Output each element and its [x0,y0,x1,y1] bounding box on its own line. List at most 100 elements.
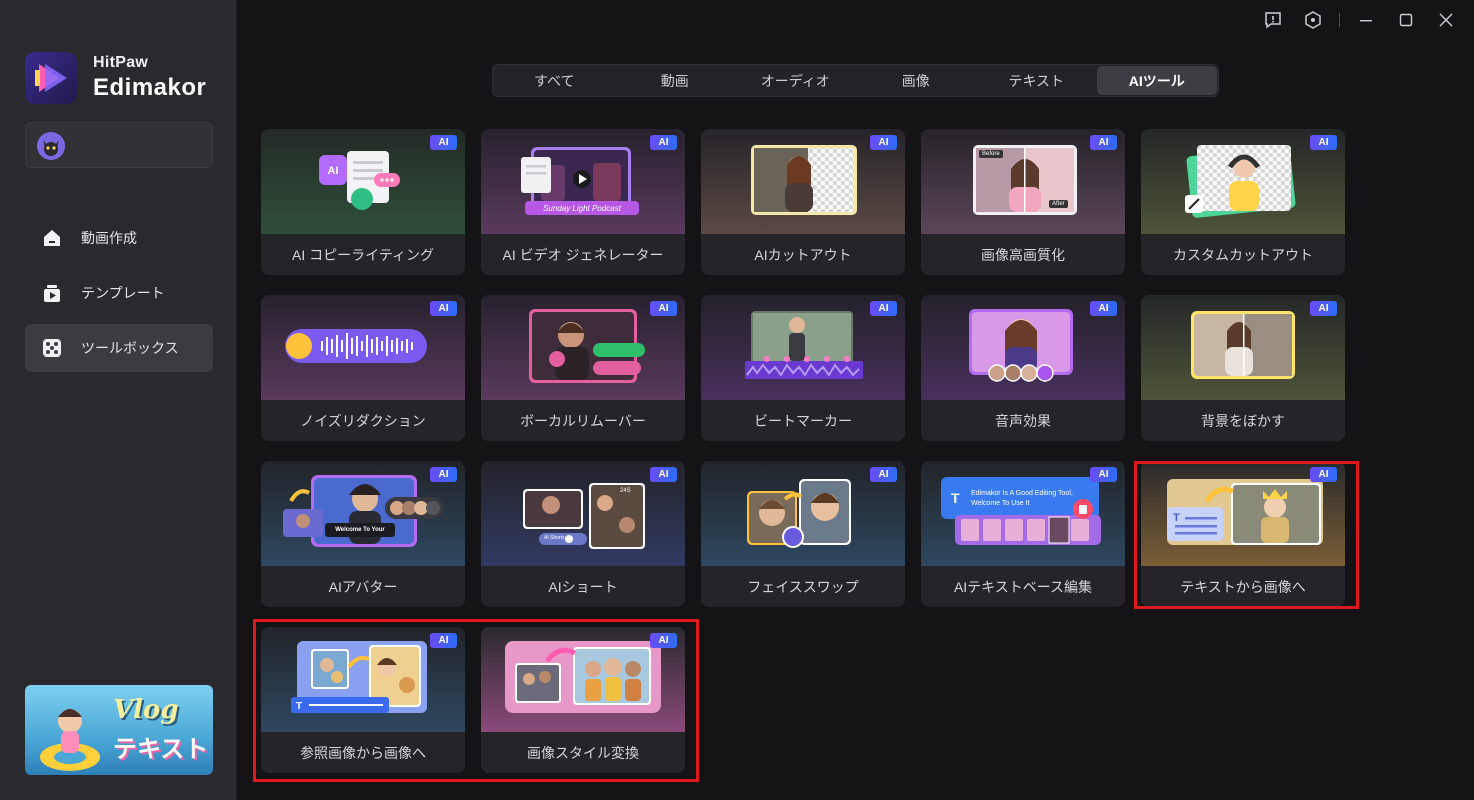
ai-badge: AI [1090,301,1117,316]
toolbox-icon [41,337,63,359]
tool-card-ai-copywriting[interactable]: AI AI AI コピーライティング [261,129,465,275]
edimakor-logo-icon [25,52,77,104]
tool-card-image-enhance[interactable]: Before After AI 画像高画質化 [921,129,1125,275]
sidebar-item-label: ツールボックス [81,340,179,356]
tool-card-ai-video-generator[interactable]: Sunday Light Podcast AI AI ビデオ ジェネレーター [481,129,685,275]
tool-card-ai-text-based-editing[interactable]: T Edimakor Is A Good Editing Tool, Welco… [921,461,1125,607]
card-label: ボーカルリムーバー [481,400,685,441]
tab-audio[interactable]: オーディオ [735,66,856,95]
tool-card-voice-effects[interactable]: AI 音声効果 [921,295,1125,441]
before-tag: Before [979,150,1003,158]
tab-video[interactable]: 動画 [615,66,736,95]
tool-card-vocal-remover[interactable]: AI ボーカルリムーバー [481,295,685,441]
account-box[interactable] [25,122,213,168]
sidebar-nav: 動画作成 テンプレート ツールボックス [25,214,213,379]
ai-badge: AI [1090,135,1117,150]
brand-name-small: HitPaw [93,54,149,71]
tool-card-ai-cutout[interactable]: AI AIカットアウト [701,129,905,275]
promo-subtitle: テキスト [113,736,209,763]
sidebar-item-label: 動画作成 [81,230,137,246]
shorts-count: 24S [620,488,631,494]
tool-card-background-blur[interactable]: AI 背景をぼかす [1141,295,1345,441]
svg-text:T: T [296,701,302,712]
promo-banner[interactable]: Vlog テキスト [25,685,213,775]
tool-card-text-to-image[interactable]: T AI テキストから画像へ [1141,461,1345,607]
tool-card-reference-image-to-image[interactable]: T AI 参照画像から画像へ [261,627,465,773]
ai-badge: AI [1090,467,1117,482]
sidebar-item-templates[interactable]: テンプレート [25,269,213,317]
settings-button[interactable] [1293,8,1333,32]
ai-badge: AI [870,467,897,482]
tool-card-ai-shorts[interactable]: 24S AI Shorts AI AIショート [481,461,685,607]
ai-badge: AI [650,135,677,150]
ai-badge: AI [650,467,677,482]
tool-card-noise-reduction[interactable]: AI ノイズリダクション [261,295,465,441]
minimize-icon [1360,20,1372,22]
tool-card-custom-cutout[interactable]: AI カスタムカットアウト [1141,129,1345,275]
card-label: ビートマーカー [701,400,905,441]
card-label: AIテキストベース編集 [921,566,1125,607]
tab-ai-tools[interactable]: AIツール [1096,66,1217,95]
tool-card-beat-marker[interactable]: AI ビートマーカー [701,295,905,441]
tool-card-face-swap[interactable]: AI フェイススワップ [701,461,905,607]
shorts-caption: AI Shorts [544,535,565,541]
svg-text:T: T [1173,512,1180,524]
close-button[interactable] [1426,8,1466,32]
minimize-button[interactable] [1346,8,1386,32]
tab-image[interactable]: 画像 [856,66,977,95]
card-label: 画像高画質化 [921,234,1125,275]
ai-badge: AI [1310,301,1337,316]
podcast-caption: Sunday Light Podcast [543,203,621,213]
ai-badge: AI [430,135,457,150]
close-icon [1439,13,1453,27]
app-window: HitPaw Edimakor 動画作成 テンプレート ツールボックス Vlog… [0,0,1474,800]
card-label: ノイズリダクション [261,400,465,441]
card-label: 音声効果 [921,400,1125,441]
ai-badge: AI [1310,135,1337,150]
brand: HitPaw Edimakor [25,52,206,104]
promo-title: Vlog [113,695,179,725]
home-icon [41,227,63,249]
card-label: 背景をぼかす [1141,400,1345,441]
tool-card-ai-avatar[interactable]: Welcome To Your AI AIアバター [261,461,465,607]
card-label: AIショート [481,566,685,607]
avatar[interactable] [37,132,65,160]
ai-badge: AI [870,135,897,150]
card-label: カスタムカットアウト [1141,234,1345,275]
ai-badge: AI [1310,467,1337,482]
card-label: AI ビデオ ジェネレーター [481,234,685,275]
maximize-button[interactable] [1386,8,1426,32]
sidebar-item-label: テンプレート [81,285,165,301]
card-label: 参照画像から画像へ [261,732,465,773]
after-tag: After [1049,200,1068,208]
window-controls [1253,8,1466,32]
card-label: AIアバター [261,566,465,607]
ai-badge: AI [430,467,457,482]
card-label: AIカットアウト [701,234,905,275]
category-tabs: すべて 動画 オーディオ 画像 テキスト AIツール [492,64,1219,97]
ai-badge: AI [430,301,457,316]
sidebar-item-toolbox[interactable]: ツールボックス [25,324,213,372]
tab-all[interactable]: すべて [494,66,615,95]
tab-text[interactable]: テキスト [976,66,1097,95]
text-edit-caption: Edimakor Is A Good Editing Tool, Welcome… [971,490,1073,507]
template-icon [41,282,63,304]
maximize-icon [1399,13,1413,27]
card-label: フェイススワップ [701,566,905,607]
ai-badge: AI [870,301,897,316]
card-label: AI コピーライティング [261,234,465,275]
sidebar-item-create-video[interactable]: 動画作成 [25,214,213,262]
window-control-divider [1339,13,1340,27]
tool-card-image-style-transfer[interactable]: AI 画像スタイル変換 [481,627,685,773]
sidebar: HitPaw Edimakor 動画作成 テンプレート ツールボックス Vlog… [0,0,237,800]
svg-text:T: T [951,490,960,506]
card-label: 画像スタイル変換 [481,732,685,773]
ai-badge: AI [650,633,677,648]
ai-badge: AI [430,633,457,648]
feedback-button[interactable] [1253,8,1293,32]
feedback-icon [1265,12,1281,29]
svg-text:AI: AI [328,165,339,177]
ai-badge: AI [650,301,677,316]
card-label: テキストから画像へ [1141,566,1345,607]
duck-float-icon [40,709,100,771]
